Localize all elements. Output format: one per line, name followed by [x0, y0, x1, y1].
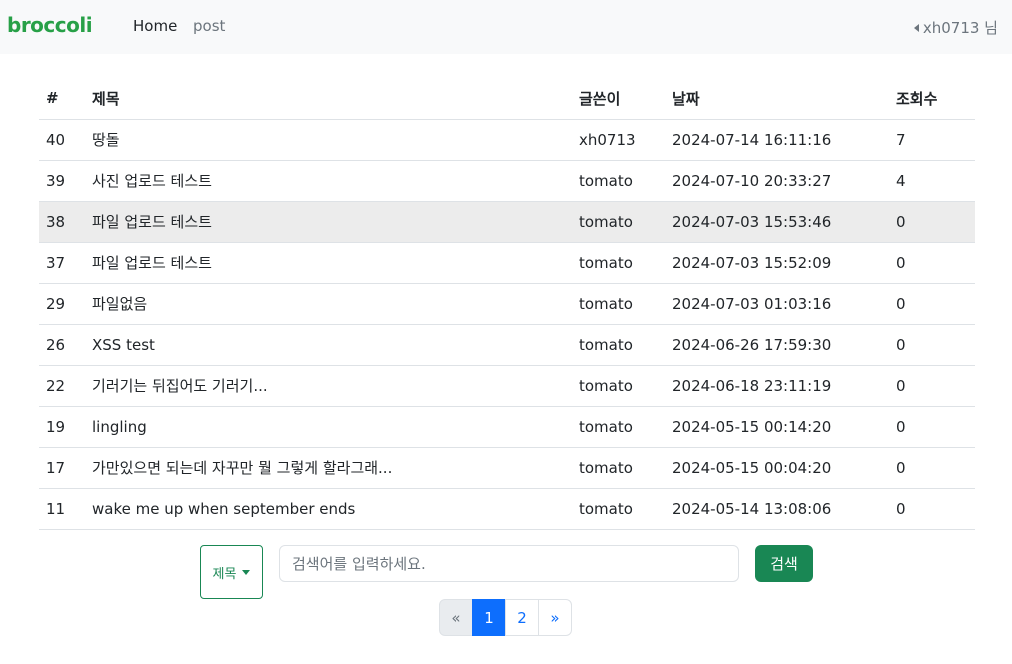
row-title-link[interactable]: wake me up when september ends — [85, 488, 572, 530]
brand-logo[interactable]: broccoli — [7, 13, 93, 37]
page-button-1[interactable]: 1 — [472, 599, 506, 636]
header-author: 글쓴이 — [572, 78, 665, 120]
row-date: 2024-05-14 13:08:06 — [665, 488, 889, 530]
row-num: 11 — [39, 488, 85, 530]
search-bar: 제목 검색 — [0, 545, 1012, 599]
nav-link-home[interactable]: Home — [133, 17, 177, 35]
nav-link-post[interactable]: post — [193, 17, 225, 35]
row-title-link[interactable]: 파일 업로드 테스트 — [85, 201, 572, 243]
table-row[interactable]: 11 wake me up when september ends tomato 20… — [39, 488, 975, 530]
row-views: 0 — [889, 447, 975, 489]
row-views: 7 — [889, 119, 975, 161]
row-author: tomato — [572, 283, 665, 325]
header-date: 날짜 — [665, 78, 889, 120]
table-row[interactable]: 37 파일 업로드 테스트 tomato 2024-07-03 15:52:09 0 — [39, 242, 975, 284]
caret-left-icon — [913, 23, 919, 32]
row-views: 0 — [889, 406, 975, 448]
row-num: 29 — [39, 283, 85, 325]
row-views: 0 — [889, 365, 975, 407]
row-author: tomato — [572, 242, 665, 284]
row-views: 0 — [889, 242, 975, 284]
row-title-link[interactable]: 파일 업로드 테스트 — [85, 242, 572, 284]
row-author: tomato — [572, 160, 665, 202]
row-views: 0 — [889, 283, 975, 325]
page-prev-button[interactable]: « — [439, 599, 473, 636]
table-header-row: # 제목 글쓴이 날짜 조회수 — [39, 78, 975, 120]
row-date: 2024-05-15 00:04:20 — [665, 447, 889, 489]
row-author: tomato — [572, 365, 665, 407]
row-num: 17 — [39, 447, 85, 489]
search-input[interactable] — [279, 545, 739, 582]
row-date: 2024-07-03 15:53:46 — [665, 201, 889, 243]
row-num: 37 — [39, 242, 85, 284]
row-author: tomato — [572, 488, 665, 530]
row-date: 2024-07-14 16:11:16 — [665, 119, 889, 161]
chevron-down-icon — [242, 569, 251, 575]
search-field-selected: 제목 — [212, 566, 237, 582]
search-field-select[interactable]: 제목 — [200, 545, 263, 599]
row-title-link[interactable]: 가만있으면 되는데 자꾸만 뭘 그렇게 할라그래... — [85, 447, 572, 489]
row-author: tomato — [572, 406, 665, 448]
row-title-link[interactable]: 기러기는 뒤집어도 기러기... — [85, 365, 572, 407]
row-date: 2024-05-15 00:14:20 — [665, 406, 889, 448]
row-views: 0 — [889, 324, 975, 366]
row-author: xh0713 — [572, 119, 665, 161]
row-author: tomato — [572, 447, 665, 489]
table-row[interactable]: 40 땅돌 xh0713 2024-07-14 16:11:16 7 — [39, 119, 975, 161]
row-title-link[interactable]: 땅돌 — [85, 119, 572, 161]
row-num: 38 — [39, 201, 85, 243]
row-num: 19 — [39, 406, 85, 448]
row-views: 0 — [889, 201, 975, 243]
table-row[interactable]: 26 XSS test tomato 2024-06-26 17:59:30 0 — [39, 324, 975, 366]
header-title: 제목 — [85, 78, 572, 120]
row-title-link[interactable]: 파일없음 — [85, 283, 572, 325]
post-table: # 제목 글쓴이 날짜 조회수 40 땅돌 xh0713 2024-07-14 16:… — [39, 78, 975, 530]
row-views: 4 — [889, 160, 975, 202]
header-num: # — [39, 78, 85, 120]
row-num: 39 — [39, 160, 85, 202]
search-button[interactable]: 검색 — [755, 545, 813, 582]
page-button-2[interactable]: 2 — [505, 599, 539, 636]
table-row[interactable]: 29 파일없음 tomato 2024-07-03 01:03:16 0 — [39, 283, 975, 325]
row-views: 0 — [889, 488, 975, 530]
row-date: 2024-06-18 23:11:19 — [665, 365, 889, 407]
page-next-button[interactable]: » — [538, 599, 572, 636]
row-num: 40 — [39, 119, 85, 161]
row-num: 22 — [39, 365, 85, 407]
table-row[interactable]: 22 기러기는 뒤집어도 기러기... tomato 2024-06-18 23:11… — [39, 365, 975, 407]
row-date: 2024-07-03 15:52:09 — [665, 242, 889, 284]
pagination: « 1 2 » — [439, 599, 572, 636]
table-row[interactable]: 17 가만있으면 되는데 자꾸만 뭘 그렇게 할라그래... tomato 2024-… — [39, 447, 975, 489]
header-views: 조회수 — [889, 78, 975, 120]
row-title-link[interactable]: XSS test — [85, 324, 572, 366]
row-author: tomato — [572, 324, 665, 366]
row-title-link[interactable]: lingling — [85, 406, 572, 448]
top-navbar: broccoli Home post xh0713 님 — [0, 0, 1012, 54]
table-row[interactable]: 19 lingling tomato 2024-05-15 00:14:20 0 — [39, 406, 975, 448]
user-dropdown-toggle[interactable]: xh0713 님 — [913, 17, 998, 38]
row-date: 2024-07-10 20:33:27 — [665, 160, 889, 202]
row-author: tomato — [572, 201, 665, 243]
table-row[interactable]: 38 파일 업로드 테스트 tomato 2024-07-03 15:53:46 0 — [39, 201, 975, 243]
row-date: 2024-06-26 17:59:30 — [665, 324, 889, 366]
row-title-link[interactable]: 사진 업로드 테스트 — [85, 160, 572, 202]
user-name: xh0713 님 — [922, 19, 998, 37]
row-num: 26 — [39, 324, 85, 366]
table-row[interactable]: 39 사진 업로드 테스트 tomato 2024-07-10 20:33:27 4 — [39, 160, 975, 202]
row-date: 2024-07-03 01:03:16 — [665, 283, 889, 325]
